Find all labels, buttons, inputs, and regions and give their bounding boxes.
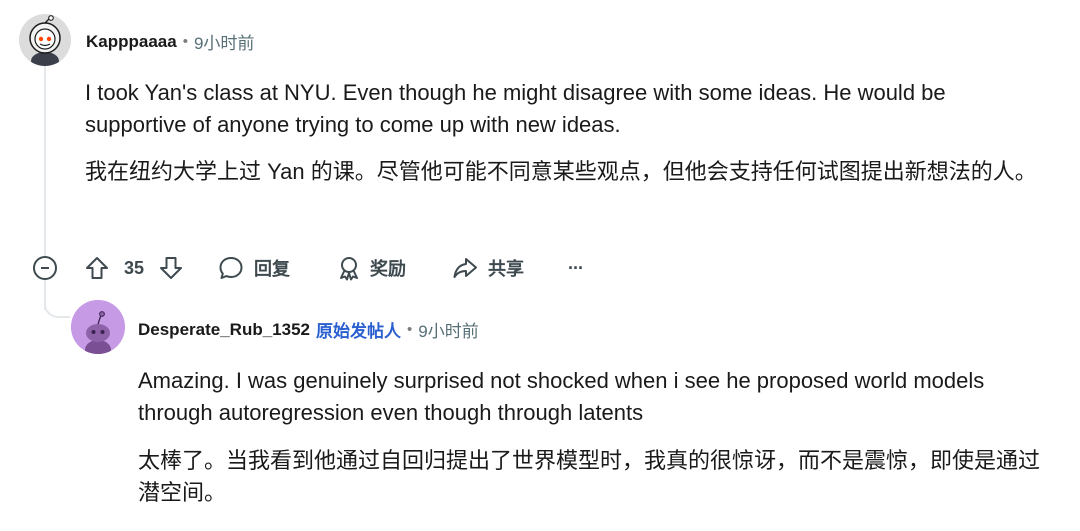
comment-action-bar: 35 回复 奖励 共享 ··· — [84, 254, 584, 282]
reply-thread-connector — [44, 280, 70, 318]
share-arrow-icon — [453, 258, 478, 278]
comment-username[interactable]: Kapppaaaa — [86, 32, 177, 52]
minus-icon — [41, 267, 49, 269]
comment-thread-line — [44, 64, 46, 256]
downvote-button[interactable] — [158, 255, 184, 281]
share-button[interactable]: 共享 — [452, 255, 524, 281]
upvote-button[interactable] — [84, 255, 110, 281]
award-label: 奖励 — [370, 259, 407, 279]
reply-meta: Desperate_Rub_1352 原始发帖人 • 9小时前 — [138, 317, 479, 342]
reply-avatar[interactable] — [71, 300, 125, 354]
reply-timestamp[interactable]: 9小时前 — [418, 317, 478, 342]
upvote-arrow-icon — [86, 257, 108, 279]
downvote-arrow-icon — [160, 257, 183, 279]
reply-button[interactable]: 回复 — [218, 255, 290, 281]
meta-separator: • — [182, 33, 188, 50]
award-button[interactable]: 奖励 — [336, 255, 406, 281]
op-badge: 原始发帖人 — [315, 322, 401, 341]
comment-meta: Kapppaaaa • 9小时前 — [86, 29, 254, 54]
comment-timestamp[interactable]: 9小时前 — [194, 29, 254, 54]
more-options-icon: ··· — [568, 257, 584, 278]
comment-body-english: I took Yan's class at NYU. Even though h… — [85, 80, 946, 137]
comment-bubble-icon — [219, 257, 243, 279]
commenter-avatar[interactable] — [19, 14, 71, 66]
share-label: 共享 — [488, 259, 525, 279]
award-icon — [340, 257, 359, 281]
meta-separator: • — [406, 321, 413, 338]
reply-label: 回复 — [254, 259, 291, 279]
reply-body-english: Amazing. I was genuinely surprised not s… — [138, 368, 985, 425]
collapse-thread-button[interactable] — [33, 256, 57, 280]
more-options-button[interactable]: ··· — [568, 257, 584, 279]
reply-body-chinese: 太棒了。当我看到他通过自回归提出了世界模型时，我真的很惊讶，而不是震惊，即使是通… — [138, 448, 1041, 505]
comment-body-chinese: 我在纽约大学上过 Yan 的课。尽管他可能不同意某些观点，但他会支持任何试图提出… — [85, 159, 1037, 184]
reply-username[interactable]: Desperate_Rub_1352 — [138, 320, 310, 340]
vote-count: 35 — [124, 257, 145, 278]
